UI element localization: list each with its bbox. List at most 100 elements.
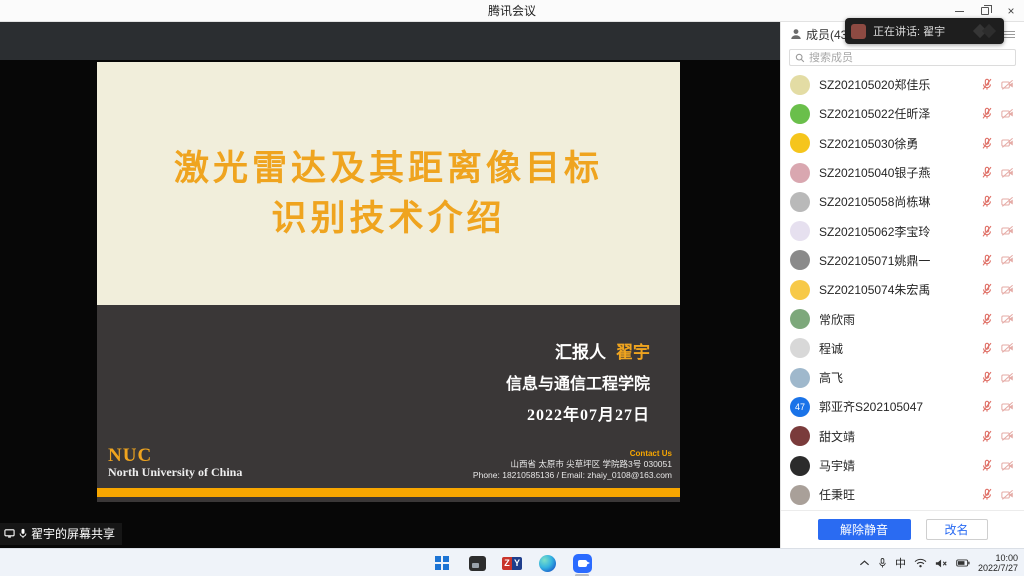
member-row[interactable]: 甜文靖 xyxy=(781,422,1024,451)
mic-muted-icon xyxy=(981,313,993,326)
volume-muted-icon[interactable] xyxy=(935,558,948,569)
camera-muted-icon xyxy=(1001,167,1014,179)
taskbar-center-icons: ZY xyxy=(431,549,593,576)
mic-muted-icon xyxy=(981,78,993,91)
camera-muted-icon xyxy=(1001,489,1014,501)
member-row[interactable]: 任秉旺 xyxy=(781,480,1024,509)
rename-button[interactable]: 改名 xyxy=(926,519,988,540)
member-avatar xyxy=(790,485,810,505)
windows-taskbar: ZY 中 10:00 2022/7/27 xyxy=(0,548,1024,576)
slide-gold-bar xyxy=(97,488,680,497)
member-status-icons xyxy=(981,371,1014,384)
speaking-label: 正在讲话: 翟宇 xyxy=(873,23,945,39)
camera-muted-icon xyxy=(1001,137,1014,149)
terminal-app-button[interactable] xyxy=(466,552,488,574)
contact-phone: Phone: 18210585136 / Email: zhaiy_0108@1… xyxy=(473,470,672,481)
member-name: SZ202105058尚栋琳 xyxy=(819,193,981,210)
member-icon xyxy=(790,28,802,40)
member-row[interactable]: SZ202105040银子燕 xyxy=(781,158,1024,187)
presenter-department: 信息与通信工程学院 xyxy=(506,369,650,400)
university-logo: NUC North University of China xyxy=(108,446,242,480)
tencent-meeting-icon xyxy=(573,554,592,573)
screen-share-area: 激光雷达及其距离像目标 识别技术介绍 汇报人翟宇 信息与通信工程学院 2022年… xyxy=(0,22,780,548)
member-name: SZ202105030徐勇 xyxy=(819,135,981,152)
camera-muted-icon xyxy=(1001,430,1014,442)
member-status-icons xyxy=(981,254,1014,267)
member-avatar xyxy=(790,309,810,329)
minimize-icon xyxy=(955,11,964,12)
edge-icon xyxy=(539,555,556,572)
member-avatar xyxy=(790,280,810,300)
member-row[interactable]: SZ202105062李宝玲 xyxy=(781,216,1024,245)
start-button[interactable] xyxy=(431,552,453,574)
member-status-icons xyxy=(981,225,1014,238)
slide-title-line1: 激光雷达及其距离像目标 xyxy=(97,144,680,194)
battery-icon[interactable] xyxy=(956,559,970,567)
zy-app-button[interactable]: ZY xyxy=(501,552,523,574)
camera-muted-icon xyxy=(1001,196,1014,208)
mic-muted-icon xyxy=(981,430,993,443)
member-status-icons xyxy=(981,430,1014,443)
member-name: SZ202105020郑佳乐 xyxy=(819,76,981,93)
member-row[interactable]: SZ202105030徐勇 xyxy=(781,129,1024,158)
member-status-icons xyxy=(981,166,1014,179)
tray-mic-button[interactable] xyxy=(878,557,887,569)
slide-title-section: 激光雷达及其距离像目标 识别技术介绍 xyxy=(97,62,680,305)
member-name: 程诚 xyxy=(819,340,981,357)
mic-muted-icon xyxy=(981,488,993,501)
member-status-icons xyxy=(981,459,1014,472)
member-search[interactable] xyxy=(789,49,1016,66)
mic-muted-icon xyxy=(981,342,993,355)
member-row[interactable]: SZ202105022任昕泽 xyxy=(781,99,1024,128)
mic-muted-icon xyxy=(981,166,993,179)
panel-menu-button[interactable] xyxy=(1003,31,1015,38)
camera-muted-icon xyxy=(1001,108,1014,120)
member-avatar xyxy=(790,192,810,212)
share-top-strip xyxy=(0,22,780,60)
member-row[interactable]: SZ202105020郑佳乐 xyxy=(781,70,1024,99)
search-input[interactable] xyxy=(809,52,1010,64)
slide-title: 激光雷达及其距离像目标 识别技术介绍 xyxy=(97,62,680,244)
member-row[interactable]: 高飞 xyxy=(781,363,1024,392)
member-row[interactable]: 马宇婧 xyxy=(781,451,1024,480)
member-row[interactable]: SZ202105071姚鼎一 xyxy=(781,246,1024,275)
contact-block: Contact Us 山西省 太原市 尖草坪区 学院路3号 030051 Pho… xyxy=(473,449,672,480)
camera-muted-icon xyxy=(1001,79,1014,91)
member-status-icons xyxy=(981,107,1014,120)
member-name: 任秉旺 xyxy=(819,486,981,503)
mic-muted-icon xyxy=(981,371,993,384)
member-row[interactable]: 程诚 xyxy=(781,334,1024,363)
window-title: 腾讯会议 xyxy=(0,2,1024,19)
presenter-block: 汇报人翟宇 信息与通信工程学院 2022年07月27日 xyxy=(506,337,650,431)
camera-muted-icon xyxy=(1001,401,1014,413)
tencent-meeting-window: 腾讯会议 × 激光雷达及其距离像目标 识别技术介绍 汇 xyxy=(0,0,1024,576)
wifi-icon[interactable] xyxy=(914,558,927,568)
member-status-icons xyxy=(981,400,1014,413)
edge-browser-button[interactable] xyxy=(536,552,558,574)
member-row[interactable]: SZ202105058尚栋琳 xyxy=(781,187,1024,216)
member-name: SZ202105071姚鼎一 xyxy=(819,252,981,269)
logo-fullname: North University of China xyxy=(108,465,242,480)
member-avatar xyxy=(790,75,810,95)
presenter-label: 汇报人 xyxy=(555,343,606,362)
hidden-icons-button[interactable] xyxy=(859,559,870,567)
terminal-icon xyxy=(469,556,486,571)
member-row[interactable]: 47 郭亚齐S202105047 xyxy=(781,392,1024,421)
clock[interactable]: 10:00 2022/7/27 xyxy=(978,553,1021,573)
search-icon xyxy=(795,53,805,63)
slide-bottom-strip xyxy=(97,497,680,502)
tray-time: 10:00 xyxy=(978,553,1018,563)
member-status-icons xyxy=(981,313,1014,326)
speaking-indicator: 正在讲话: 翟宇 xyxy=(845,18,1004,44)
member-row[interactable]: 常欣雨 xyxy=(781,304,1024,333)
mic-muted-icon xyxy=(981,459,993,472)
tencent-meeting-button[interactable] xyxy=(571,552,593,574)
ime-indicator[interactable]: 中 xyxy=(895,555,906,571)
restore-icon xyxy=(981,7,989,15)
unmute-button[interactable]: 解除静音 xyxy=(818,519,911,540)
member-row[interactable]: SZ202105074朱宏禹 xyxy=(781,275,1024,304)
camera-muted-icon xyxy=(1001,460,1014,472)
camera-muted-icon xyxy=(1001,313,1014,325)
member-avatar xyxy=(790,163,810,183)
camera-muted-icon xyxy=(1001,372,1014,384)
